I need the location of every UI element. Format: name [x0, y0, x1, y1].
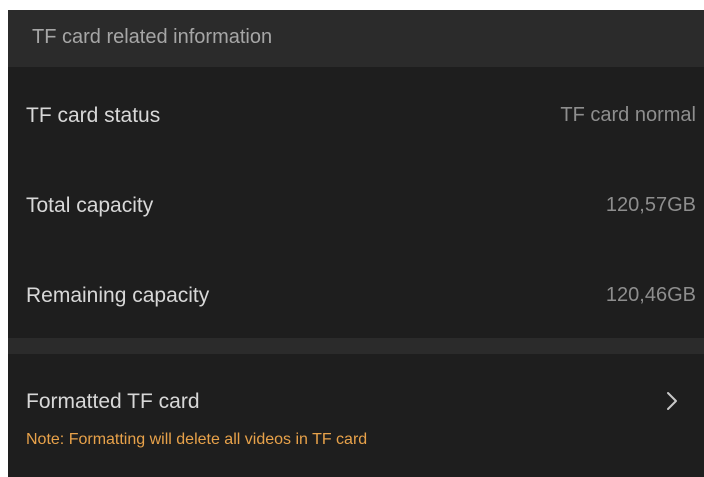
- tf-card-status-value: TF card normal: [560, 104, 696, 126]
- remaining-capacity-row: Remaining capacity 120,46GB: [8, 254, 704, 338]
- section-header: TF card related information: [8, 10, 704, 67]
- remaining-capacity-label: Remaining capacity: [26, 284, 210, 307]
- total-capacity-row: Total capacity 120,57GB: [8, 162, 704, 254]
- section-title: TF card related information: [32, 26, 273, 48]
- total-capacity-value: 120,57GB: [605, 194, 696, 216]
- remaining-capacity-value: 120,46GB: [605, 284, 696, 306]
- tf-card-screen: TF card related information TF card stat…: [8, 10, 704, 477]
- format-warning-note: Note: Formatting will delete all videos …: [26, 431, 368, 448]
- chevron-right-icon: [667, 392, 677, 410]
- format-tf-card-label: Formatted TF card: [26, 390, 200, 413]
- section-divider: [8, 338, 704, 354]
- format-tf-card-button[interactable]: Formatted TF card Note: Formatting will …: [8, 354, 704, 477]
- total-capacity-label: Total capacity: [26, 194, 154, 217]
- tf-card-status-label: TF card status: [26, 104, 161, 127]
- tf-card-status-row: TF card status TF card normal: [8, 67, 704, 162]
